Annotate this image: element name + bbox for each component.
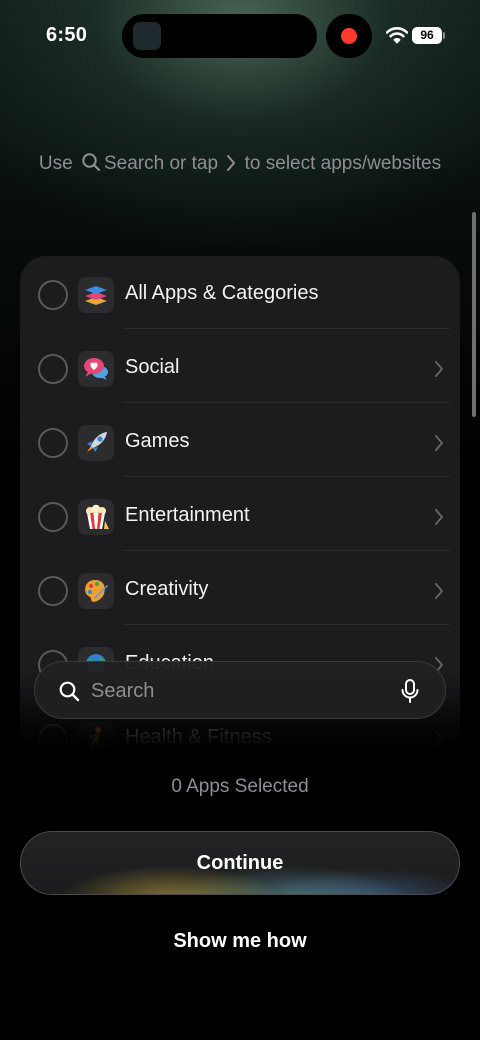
search-icon (59, 681, 80, 702)
scroll-indicator[interactable] (472, 212, 476, 417)
hint-middle: or tap (169, 153, 219, 174)
search-bar[interactable] (34, 661, 446, 719)
category-row-creativity[interactable]: Creativity (20, 552, 460, 625)
wifi-icon (386, 27, 408, 44)
island-app-icon (133, 22, 161, 50)
row-divider (124, 476, 450, 477)
category-label: Social (125, 356, 180, 378)
row-divider (124, 624, 450, 625)
chevron-right-icon (227, 155, 236, 171)
search-icon (82, 153, 101, 172)
runner-icon (78, 721, 114, 751)
screen-recording-indicator[interactable] (326, 14, 372, 58)
hint-prefix: Use (38, 153, 73, 174)
category-label: All Apps & Categories (125, 282, 319, 304)
radio-button[interactable] (38, 354, 68, 384)
hint-suffix: to select apps/websites (244, 153, 442, 174)
hint-search-word: Search (103, 153, 165, 174)
chevron-right-icon[interactable] (434, 582, 444, 600)
chevron-right-icon[interactable] (434, 508, 444, 526)
selection-hint: Use Search or tap to select apps/website… (0, 152, 480, 175)
category-label: Creativity (125, 578, 209, 600)
category-row-entertainment[interactable]: Entertainment (20, 478, 460, 551)
search-input[interactable] (91, 676, 381, 706)
category-row-all-apps[interactable]: All Apps & Categories (20, 256, 460, 329)
palette-icon (78, 573, 114, 609)
chevron-right-icon[interactable] (434, 434, 444, 452)
category-row-social[interactable]: Social (20, 330, 460, 403)
microphone-icon[interactable] (401, 679, 419, 703)
radio-button[interactable] (38, 502, 68, 532)
recording-dot-icon (341, 28, 357, 44)
popcorn-icon (78, 499, 114, 535)
continue-button[interactable]: Continue (20, 831, 460, 895)
row-divider (124, 328, 450, 329)
category-label: Games (125, 430, 190, 452)
status-time: 6:50 (46, 24, 88, 46)
show-me-how-link[interactable]: Show me how (0, 930, 480, 953)
dynamic-island[interactable] (122, 14, 317, 58)
radio-button[interactable] (38, 428, 68, 458)
row-divider (124, 550, 450, 551)
status-bar: 6:50 96 (0, 0, 480, 72)
radio-button[interactable] (38, 576, 68, 606)
battery-cap-icon (443, 32, 445, 39)
rocket-icon (78, 425, 114, 461)
apps-selected-count: 0 Apps Selected (171, 776, 309, 797)
stack-icon (78, 277, 114, 313)
category-row-games[interactable]: Games (20, 404, 460, 477)
category-label: Entertainment (125, 504, 250, 526)
radio-button[interactable] (38, 280, 68, 310)
battery-level: 96 (412, 27, 442, 44)
chevron-right-icon[interactable] (434, 360, 444, 378)
chat-heart-icon (78, 351, 114, 387)
row-divider (124, 402, 450, 403)
chevron-right-icon[interactable] (434, 730, 444, 748)
category-label: Health & Fitness (125, 726, 272, 748)
radio-button[interactable] (38, 724, 68, 751)
